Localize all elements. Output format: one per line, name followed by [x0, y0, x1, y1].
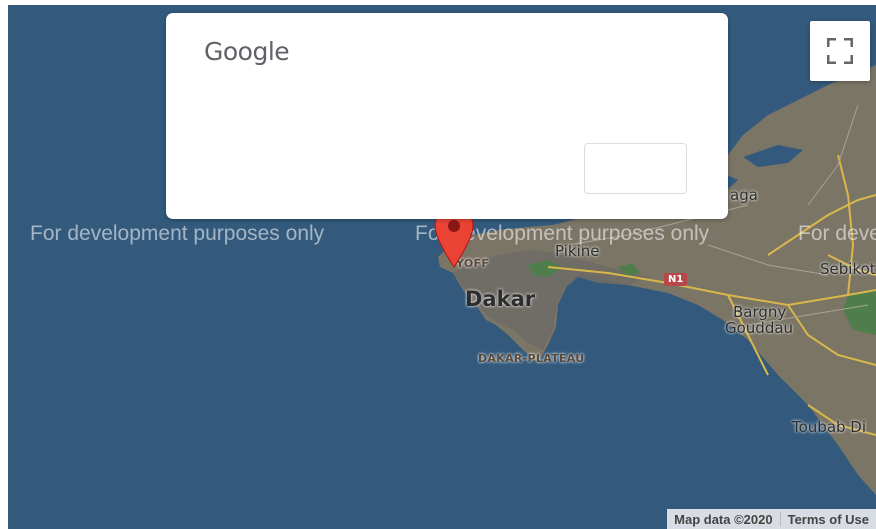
map-data-attribution: Map data ©2020 — [674, 512, 773, 527]
label-pikine: Pikine — [555, 242, 600, 260]
dialog-ok-button[interactable] — [584, 143, 687, 194]
label-dakar-plateau: DAKAR-PLATEAU — [478, 352, 585, 365]
google-maps-dialog: Google — [166, 13, 728, 219]
label-aga: aga — [730, 186, 758, 204]
fullscreen-button[interactable] — [810, 21, 870, 81]
fullscreen-icon — [827, 38, 853, 64]
google-logo: Google — [204, 37, 290, 66]
road-shield-n1: N1 — [664, 273, 688, 286]
label-dakar: Dakar — [465, 287, 536, 311]
terms-of-use-link[interactable]: Terms of Use — [781, 509, 876, 529]
label-sebikot: Sebikot — [820, 260, 876, 278]
label-toubab: Toubab Di — [792, 418, 867, 436]
map-footer: Map data ©2020 Terms of Use — [667, 509, 876, 529]
label-gouddau: Gouddau — [725, 319, 794, 337]
